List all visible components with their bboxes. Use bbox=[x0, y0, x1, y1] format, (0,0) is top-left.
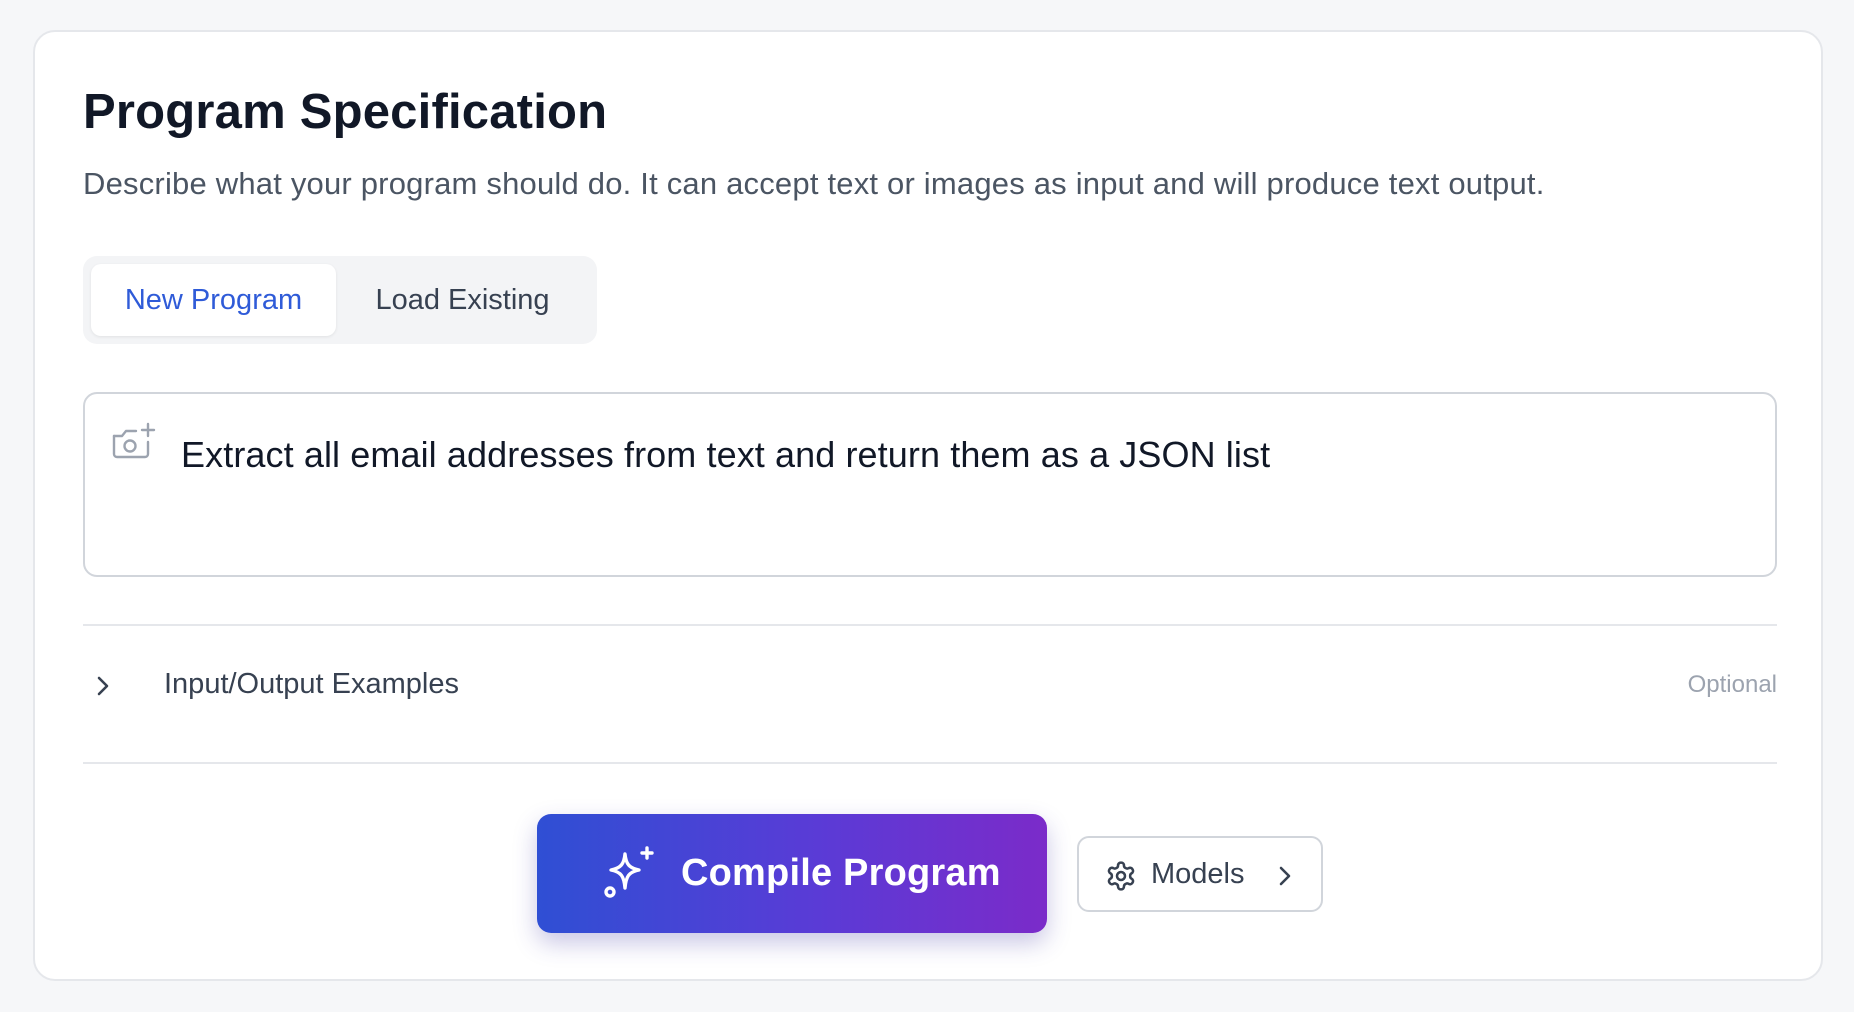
models-label: Models bbox=[1151, 858, 1245, 890]
camera-plus-icon[interactable] bbox=[110, 420, 158, 464]
program-mode-tabs: New Program Load Existing bbox=[83, 256, 597, 344]
sparkles-icon bbox=[604, 846, 654, 898]
page-subtitle: Describe what your program should do. It… bbox=[83, 166, 1545, 201]
program-description-input[interactable]: Extract all email addresses from text an… bbox=[83, 392, 1777, 577]
examples-label: Input/Output Examples bbox=[164, 668, 459, 700]
input-output-examples-toggle[interactable]: Input/Output Examples Optional bbox=[83, 658, 1777, 714]
program-description-text[interactable]: Extract all email addresses from text an… bbox=[181, 434, 1270, 476]
tab-new-program[interactable]: New Program bbox=[91, 264, 336, 336]
compile-program-label: Compile Program bbox=[681, 852, 1001, 894]
optional-badge: Optional bbox=[1687, 671, 1777, 698]
page-title: Program Specification bbox=[83, 85, 608, 139]
gear-icon bbox=[1107, 861, 1135, 891]
program-specification-card: Program Specification Describe what your… bbox=[33, 30, 1823, 981]
compile-program-button[interactable]: Compile Program bbox=[537, 814, 1047, 933]
chevron-right-icon bbox=[97, 676, 109, 696]
chevron-right-icon bbox=[1279, 866, 1291, 886]
divider-bottom bbox=[83, 762, 1777, 764]
tab-load-existing[interactable]: Load Existing bbox=[336, 264, 589, 336]
divider-top bbox=[83, 624, 1777, 626]
models-button[interactable]: Models bbox=[1077, 836, 1323, 912]
